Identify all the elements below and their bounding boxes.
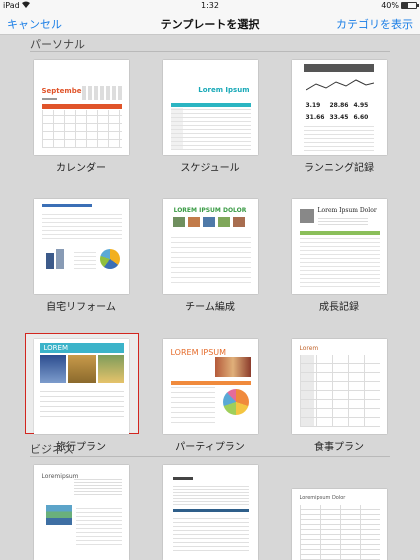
- template-label: ランニング記録: [304, 163, 374, 174]
- section-header-business: ビジネス: [30, 441, 390, 457]
- template-thumbnail: Lorem Ipsum: [162, 60, 258, 155]
- template-running-log[interactable]: 3.19 28.86 4.95 31.66 33.45 6.60 ランニング記録: [286, 60, 392, 174]
- template-thumbnail: September: [33, 60, 129, 155]
- nav-bar: キャンセル テンプレートを選択 カテゴリを表示: [0, 11, 420, 35]
- thumb-title: LOREM IPSUM DOLOR: [173, 207, 247, 214]
- template-label: チーム編成: [185, 302, 235, 313]
- template-business-3[interactable]: Loremipsum Dolor: [286, 465, 392, 560]
- running-chart: [305, 79, 374, 91]
- template-label: カレンダー: [56, 163, 106, 174]
- template-home-remodel[interactable]: 自宅リフォーム: [28, 199, 134, 313]
- template-business-1[interactable]: Loremipsum: [28, 465, 134, 560]
- thumb-title: Lorem: [299, 345, 319, 352]
- show-categories-button[interactable]: カテゴリを表示: [336, 16, 413, 32]
- status-bar: iPad 1:32 40%: [0, 0, 420, 11]
- template-thumbnail: 3.19 28.86 4.95 31.66 33.45 6.60: [291, 60, 387, 155]
- template-thumbnail: Lorem Ipsum Dolor: [291, 199, 387, 294]
- template-calendar[interactable]: September カレンダー: [28, 60, 134, 174]
- template-thumbnail: [162, 465, 258, 560]
- battery-percent: 40%: [381, 1, 399, 10]
- thumb-title: Loremipsum Dolor: [299, 495, 346, 501]
- status-time: 1:32: [201, 1, 219, 10]
- template-party-plan[interactable]: LOREM IPSUM パーティプラン: [157, 339, 263, 453]
- thumb-title: Lorem Ipsum: [198, 86, 250, 94]
- template-thumbnail: Loremipsum Dolor: [291, 489, 387, 560]
- template-thumbnail: [33, 199, 129, 294]
- template-label: 自宅リフォーム: [46, 302, 116, 313]
- thumb-title: LOREM IPSUM: [170, 348, 227, 357]
- battery-icon: [401, 2, 419, 9]
- template-growth-log[interactable]: Lorem Ipsum Dolor 成長記録: [286, 199, 392, 313]
- thumb-title: September: [41, 87, 85, 95]
- thumb-title: Lorem Ipsum Dolor: [317, 207, 377, 214]
- template-thumbnail: Loremipsum: [33, 465, 129, 560]
- template-meal-plan[interactable]: Lorem 食事プラン: [286, 339, 392, 453]
- template-thumbnail: LOREM IPSUM: [162, 339, 258, 434]
- template-travel-plan[interactable]: LOREM 旅行プラン: [25, 333, 139, 453]
- template-thumbnail: LOREM IPSUM DOLOR: [162, 199, 258, 294]
- template-label: スケジュール: [180, 163, 240, 174]
- template-label: 成長記録: [319, 302, 359, 313]
- status-right: 40%: [381, 0, 419, 11]
- template-business-2[interactable]: [157, 465, 263, 560]
- template-schedule[interactable]: Lorem Ipsum スケジュール: [157, 60, 263, 174]
- template-thumbnail: LOREM: [33, 339, 129, 434]
- template-thumbnail: Lorem: [291, 339, 387, 434]
- section-header-personal: パーソナル: [30, 36, 390, 52]
- thumb-title: LOREM: [43, 344, 69, 352]
- template-team-roster[interactable]: LOREM IPSUM DOLOR チーム編成: [157, 199, 263, 313]
